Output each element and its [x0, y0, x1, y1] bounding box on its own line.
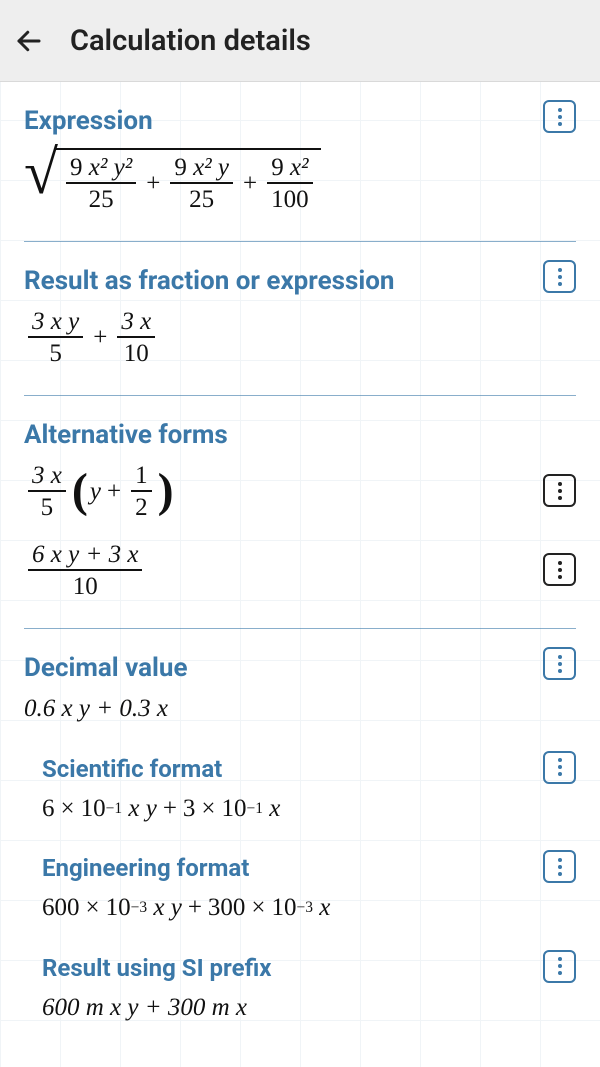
more-menu-decimal[interactable] [543, 647, 576, 680]
alternative-heading: Alternative forms [24, 396, 576, 456]
decimal-heading: Decimal value [24, 629, 188, 689]
engineering-math: 600×10−3 x y + 300×10−3 x [42, 888, 576, 932]
more-menu-alt-1[interactable] [543, 474, 576, 507]
si-heading: Result using SI prefix [42, 932, 271, 988]
expression-math: √ 9 x² y² 25 + 9 x² y 25 + 9 x² 100 [24, 142, 576, 223]
expression-heading: Expression [24, 82, 153, 142]
back-icon[interactable] [14, 26, 44, 56]
scientific-heading: Scientific format [42, 733, 222, 789]
more-menu-alt-2[interactable] [543, 553, 576, 586]
more-menu-expression[interactable] [543, 100, 576, 133]
divider [24, 628, 576, 629]
divider [24, 395, 576, 396]
more-menu-fraction-result[interactable] [543, 260, 576, 293]
scientific-math: 6×10−1 x y + 3×10−1 x [42, 789, 576, 833]
fraction-result-math: 3 x y 5 + 3 x 10 [24, 302, 576, 377]
alternative-form-2: 6 x y + 3 x 10 [24, 535, 146, 610]
more-menu-engineering[interactable] [543, 850, 576, 883]
topbar: Calculation details [0, 0, 600, 82]
content: Expression √ 9 x² y² 25 + 9 x² y 25 + 9 … [0, 82, 600, 1031]
more-menu-scientific[interactable] [543, 751, 576, 784]
si-math: 600 m x y + 300 m x [42, 988, 576, 1032]
fraction-result-heading: Result as fraction or expression [24, 242, 394, 302]
engineering-heading: Engineering format [42, 832, 249, 888]
more-menu-si[interactable] [543, 950, 576, 983]
page-title: Calculation details [70, 24, 311, 58]
divider [24, 241, 576, 242]
decimal-math: 0.6 x y + 0.3 x [24, 689, 576, 733]
alternative-form-1: 3 x 5 ( y + 1 2 ) [24, 456, 176, 531]
